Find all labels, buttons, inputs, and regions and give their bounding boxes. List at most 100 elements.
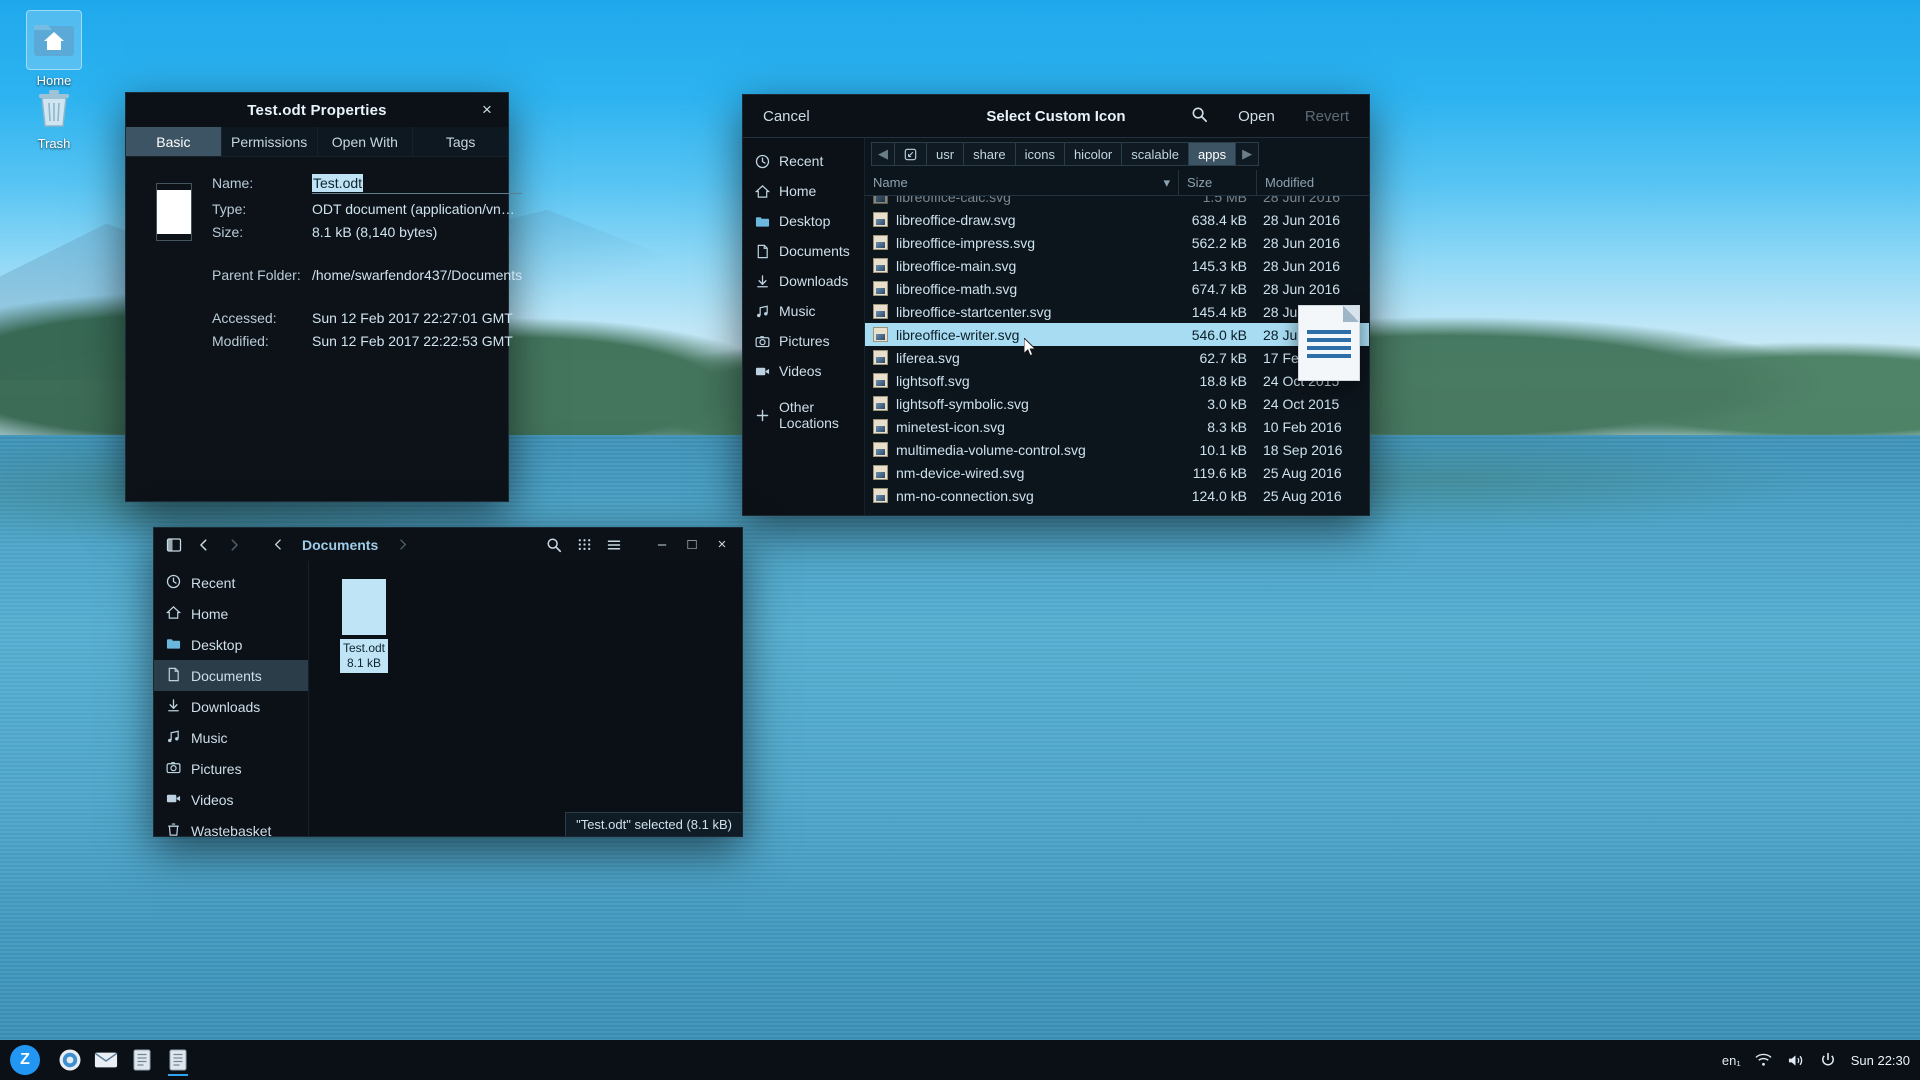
open-button[interactable]: Open xyxy=(1232,105,1281,128)
minimize-button[interactable]: – xyxy=(648,532,676,558)
file-item-test-odt[interactable]: Test.odt 8.1 kB xyxy=(331,579,397,673)
column-header-name[interactable]: Name ▾ xyxy=(865,170,1179,195)
launcher-chromium[interactable] xyxy=(52,1043,88,1077)
keyboard-layout-indicator[interactable]: en₁ xyxy=(1722,1053,1741,1068)
file-list[interactable]: libreoffice-calc.svg1.5 MB28 Jun 2016lib… xyxy=(865,196,1369,515)
place-music[interactable]: Music xyxy=(743,296,864,326)
wifi-icon[interactable] xyxy=(1755,1051,1773,1069)
breadcrumb-filesystem-root[interactable] xyxy=(894,142,926,166)
file-chooser-places-sidebar[interactable]: Recent Home Desktop Documents xyxy=(743,138,865,515)
sidebar-item-music[interactable]: Music xyxy=(154,722,308,753)
start-menu-button[interactable]: Z xyxy=(10,1045,40,1075)
properties-titlebar[interactable]: Test.odt Properties × xyxy=(126,93,508,127)
sidebar-toggle-icon[interactable] xyxy=(160,532,188,558)
property-row-size: Size: 8.1 kB (8,140 bytes) xyxy=(212,224,522,240)
close-button[interactable]: × xyxy=(708,532,736,558)
cancel-button[interactable]: Cancel xyxy=(757,105,816,128)
volume-icon[interactable] xyxy=(1787,1051,1805,1069)
search-icon[interactable] xyxy=(1185,103,1214,130)
sidebar-item-desktop[interactable]: Desktop xyxy=(154,629,308,660)
tab-basic[interactable]: Basic xyxy=(126,127,222,156)
file-row[interactable]: libreoffice-writer.svg546.0 kB28 Jun 201… xyxy=(865,323,1369,346)
parent-folder-value[interactable]: /home/swarfendor437/Documents xyxy=(312,267,522,283)
breadcrumb-usr[interactable]: usr xyxy=(926,142,963,166)
place-pictures[interactable]: Pictures xyxy=(743,326,864,356)
sidebar-item-pictures[interactable]: Pictures xyxy=(154,753,308,784)
launcher-mail[interactable] xyxy=(88,1043,124,1077)
place-documents[interactable]: Documents xyxy=(743,236,864,266)
file-row[interactable]: libreoffice-calc.svg1.5 MB28 Jun 2016 xyxy=(865,196,1369,208)
revert-button[interactable]: Revert xyxy=(1299,105,1355,128)
sidebar-item-wastebasket[interactable]: Wastebasket xyxy=(154,815,308,846)
place-recent[interactable]: Recent xyxy=(743,146,864,176)
close-icon[interactable]: × xyxy=(474,97,500,123)
column-header-modified[interactable]: Modified xyxy=(1257,170,1369,195)
launcher-files-window[interactable] xyxy=(160,1043,196,1077)
file-row[interactable]: libreoffice-impress.svg562.2 kB28 Jun 20… xyxy=(865,231,1369,254)
tab-tags[interactable]: Tags xyxy=(413,127,508,156)
path-next-button[interactable] xyxy=(388,532,416,558)
file-row[interactable]: minetest-icon.svg8.3 kB10 Feb 2016 xyxy=(865,415,1369,438)
place-desktop[interactable]: Desktop xyxy=(743,206,864,236)
properties-dialog[interactable]: Test.odt Properties × Basic Permissions … xyxy=(125,92,509,502)
file-row[interactable]: liferea.svg62.7 kB17 Feb 2016 xyxy=(865,346,1369,369)
file-row[interactable]: libreoffice-main.svg145.3 kB28 Jun 2016 xyxy=(865,254,1369,277)
files-content-area[interactable]: Test.odt 8.1 kB "Test.odt" selected (8.1… xyxy=(309,561,742,836)
file-row[interactable]: nm-device-wired.svg119.6 kB25 Aug 2016 xyxy=(865,461,1369,484)
back-button[interactable] xyxy=(190,532,218,558)
svg-file-icon xyxy=(873,327,888,342)
path-prev-button[interactable] xyxy=(264,532,292,558)
power-icon[interactable] xyxy=(1819,1051,1837,1069)
desktop-icon-home[interactable]: Home xyxy=(8,10,100,88)
path-breadcrumb-bar[interactable]: ◀ usr share icons hicolor scalable apps … xyxy=(865,138,1369,170)
breadcrumb-icons[interactable]: icons xyxy=(1015,142,1064,166)
taskbar[interactable]: Z en₁ Sun xyxy=(0,1040,1920,1080)
file-row[interactable]: nm-no-connection.svg124.0 kB25 Aug 2016 xyxy=(865,484,1369,507)
file-list-column-headers[interactable]: Name ▾ Size Modified xyxy=(865,170,1369,196)
file-chooser-headerbar[interactable]: Cancel Select Custom Icon Open Revert xyxy=(743,95,1369,137)
launcher-files[interactable] xyxy=(124,1043,160,1077)
name-input[interactable]: Test.odt xyxy=(312,175,522,194)
breadcrumb-documents[interactable]: Documents xyxy=(294,537,386,553)
forward-button[interactable] xyxy=(220,532,248,558)
sidebar-item-home[interactable]: Home xyxy=(154,598,308,629)
hamburger-menu-icon[interactable] xyxy=(600,532,628,558)
file-chooser-dialog[interactable]: Cancel Select Custom Icon Open Revert Re… xyxy=(742,94,1370,516)
grid-view-icon[interactable] xyxy=(570,532,598,558)
sidebar-item-downloads[interactable]: Downloads xyxy=(154,691,308,722)
tab-permissions[interactable]: Permissions xyxy=(222,127,318,156)
size-label: Size: xyxy=(212,224,312,240)
properties-tabs[interactable]: Basic Permissions Open With Tags xyxy=(126,127,508,157)
sidebar-item-recent[interactable]: Recent xyxy=(154,567,308,598)
sidebar-item-label: Recent xyxy=(191,575,235,591)
sidebar-item-videos[interactable]: Videos xyxy=(154,784,308,815)
place-home[interactable]: Home xyxy=(743,176,864,206)
desktop-icon-trash[interactable]: Trash xyxy=(8,84,100,151)
file-row[interactable]: multimedia-volume-control.svg10.1 kB18 S… xyxy=(865,438,1369,461)
file-row[interactable]: libreoffice-draw.svg638.4 kB28 Jun 2016 xyxy=(865,208,1369,231)
place-videos[interactable]: Videos xyxy=(743,356,864,386)
sidebar-item-documents[interactable]: Documents xyxy=(154,660,308,691)
breadcrumb-hicolor[interactable]: hicolor xyxy=(1064,142,1121,166)
file-row[interactable]: libreoffice-math.svg674.7 kB28 Jun 2016 xyxy=(865,277,1369,300)
breadcrumb-scalable[interactable]: scalable xyxy=(1121,142,1188,166)
breadcrumb-share[interactable]: share xyxy=(963,142,1015,166)
place-other-locations[interactable]: Other Locations xyxy=(743,400,864,430)
files-window[interactable]: Documents – □ × RecentHomeDesktopDocumen… xyxy=(153,527,743,837)
breadcrumb-scroll-left[interactable]: ◀ xyxy=(871,142,894,166)
files-sidebar[interactable]: Recent HomeDesktopDocumentsDownloadsMusic… xyxy=(154,561,309,836)
maximize-button[interactable]: □ xyxy=(678,532,706,558)
file-icon-preview[interactable] xyxy=(156,183,192,241)
file-row[interactable]: lightsoff-symbolic.svg3.0 kB24 Oct 2015 xyxy=(865,392,1369,415)
place-downloads[interactable]: Downloads xyxy=(743,266,864,296)
file-row-size: 145.3 kB xyxy=(1179,258,1257,274)
search-icon[interactable] xyxy=(540,532,568,558)
breadcrumb-apps[interactable]: apps xyxy=(1188,142,1235,166)
clock[interactable]: Sun 22:30 xyxy=(1851,1053,1910,1068)
file-row[interactable]: libreoffice-startcenter.svg145.4 kB28 Ju… xyxy=(865,300,1369,323)
files-headerbar[interactable]: Documents – □ × xyxy=(154,528,742,561)
breadcrumb-scroll-right[interactable]: ▶ xyxy=(1235,142,1259,166)
tab-open-with[interactable]: Open With xyxy=(318,127,414,156)
column-header-size[interactable]: Size xyxy=(1179,170,1257,195)
file-row[interactable]: lightsoff.svg18.8 kB24 Oct 2015 xyxy=(865,369,1369,392)
